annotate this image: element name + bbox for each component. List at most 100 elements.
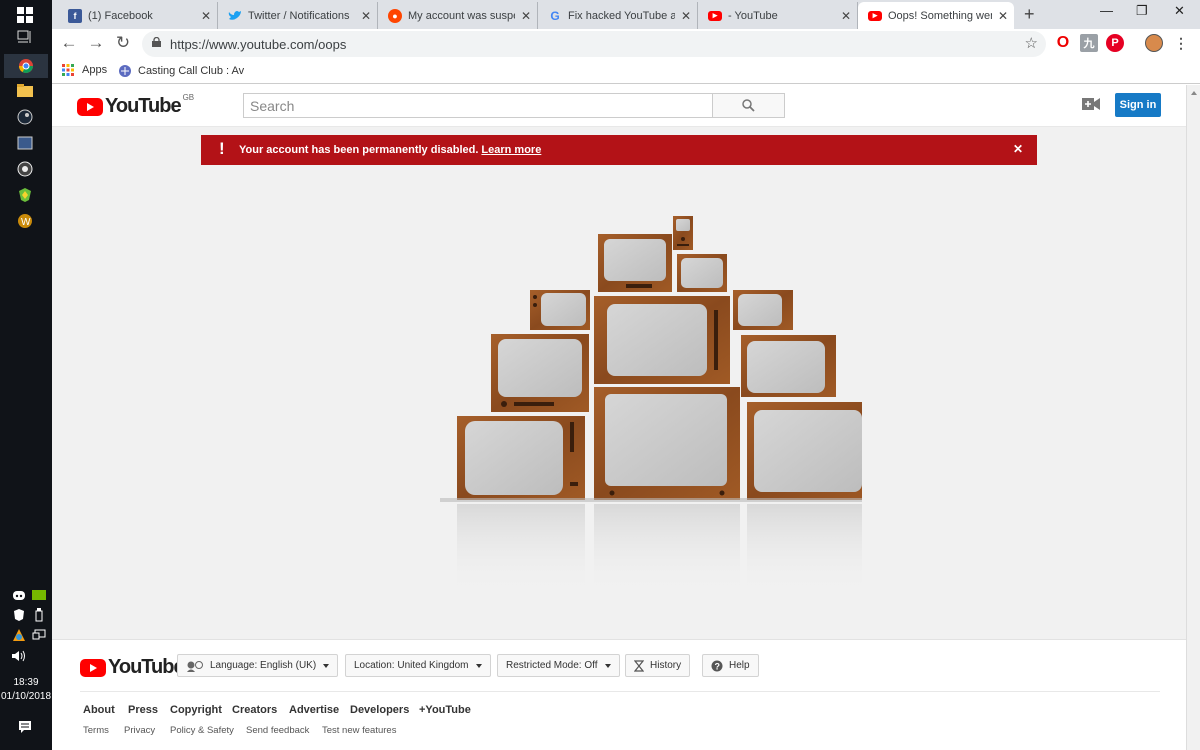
opera-extension-icon[interactable]: O xyxy=(1054,34,1072,52)
tab-title: Twitter / Notifications xyxy=(248,9,350,22)
tab-title: (1) Facebook xyxy=(88,9,153,22)
youtube-icon: ▸ xyxy=(708,10,722,21)
back-button[interactable]: ← xyxy=(58,33,80,53)
security-tray-icon[interactable] xyxy=(8,604,30,626)
tab-strip: f (1) Facebook ✕ Twitter / Notifications… xyxy=(52,0,1200,29)
alert-close-icon[interactable]: ✕ xyxy=(1013,142,1023,156)
volume-tray-icon[interactable] xyxy=(8,645,30,667)
history-button[interactable]: History xyxy=(625,654,691,677)
forward-button[interactable]: → xyxy=(85,33,107,53)
restore-button[interactable]: ❐ xyxy=(1136,3,1148,19)
youtube-icon: ▸ xyxy=(868,10,882,21)
file-explorer-icon[interactable] xyxy=(14,80,36,102)
casting-call-label: Casting Call Club : Av xyxy=(138,65,245,77)
network-tray-icon[interactable] xyxy=(28,624,50,646)
tab-oops-active[interactable]: ▸ Oops! Something went ✕ xyxy=(858,2,1014,29)
footer-link-about[interactable]: About xyxy=(83,704,115,716)
footer-link-plus-youtube[interactable]: +YouTube xyxy=(419,704,471,716)
facebook-icon: f xyxy=(68,8,82,23)
upload-video-icon[interactable] xyxy=(1082,97,1100,111)
language-label: Language: English (UK) xyxy=(210,660,317,671)
footer-link-send-feedback[interactable]: Send feedback xyxy=(246,725,309,736)
minimize-button[interactable]: — xyxy=(1100,3,1113,18)
footer-link-terms[interactable]: Terms xyxy=(83,725,109,736)
language-icon xyxy=(187,660,203,672)
close-tab-icon[interactable]: ✕ xyxy=(361,9,371,23)
chrome-taskbar-icon[interactable] xyxy=(4,54,48,78)
search-button[interactable] xyxy=(712,93,785,118)
browser-window: f (1) Facebook ✕ Twitter / Notifications… xyxy=(52,0,1200,750)
footer-link-creators[interactable]: Creators xyxy=(232,704,277,716)
footer-link-developers[interactable]: Developers xyxy=(350,704,409,716)
tab-youtube[interactable]: ▸ - YouTube ✕ xyxy=(698,2,858,29)
close-tab-icon[interactable]: ✕ xyxy=(681,9,691,23)
svg-text:W: W xyxy=(21,217,31,228)
footer-link-advertise[interactable]: Advertise xyxy=(289,704,339,716)
page-viewport: YouTube GB Search Sign in ! Your account… xyxy=(52,85,1200,750)
nvidia-tray-icon[interactable] xyxy=(28,584,50,606)
reddit-icon: ● xyxy=(388,8,402,23)
new-tab-button[interactable]: + xyxy=(1024,4,1035,25)
learn-more-link[interactable]: Learn more xyxy=(481,144,541,156)
alert-exclamation-icon: ! xyxy=(219,139,225,158)
chevron-down-icon xyxy=(604,663,611,668)
windows-start-icon[interactable] xyxy=(14,4,36,26)
close-window-button[interactable]: ✕ xyxy=(1174,3,1185,19)
apps-bookmark[interactable]: Apps xyxy=(62,64,107,76)
footer-link-copyright[interactable]: Copyright xyxy=(170,704,222,716)
discord-tray-icon[interactable] xyxy=(8,584,30,606)
clock-time[interactable]: 18:39 xyxy=(0,676,52,689)
usb-tray-icon[interactable] xyxy=(28,604,50,626)
casting-call-bookmark[interactable]: Casting Call Club : Av xyxy=(118,64,244,78)
youtube-logo-text: YouTube xyxy=(105,95,182,117)
location-picker-button[interactable]: Location: United Kingdom xyxy=(345,654,491,677)
reload-button[interactable]: ↻ xyxy=(112,33,134,53)
page-scrollbar[interactable] xyxy=(1186,85,1200,750)
app-icon-window[interactable] xyxy=(14,132,36,154)
vintage-tv-stack-illustration xyxy=(440,216,862,594)
wow-app-icon[interactable]: W xyxy=(14,210,36,232)
address-bar[interactable]: https://www.youtube.com/oops ☆ xyxy=(142,31,1046,57)
close-tab-icon[interactable]: ✕ xyxy=(998,9,1008,23)
search-input[interactable]: Search xyxy=(243,93,713,118)
shield-app-icon[interactable] xyxy=(14,184,36,206)
language-picker-button[interactable]: Language: English (UK) xyxy=(177,654,339,677)
extension-icon[interactable]: 九 xyxy=(1080,34,1098,52)
menu-kebab-icon[interactable]: ⋮ xyxy=(1172,34,1190,52)
search-icon xyxy=(742,99,755,112)
steam-icon[interactable] xyxy=(14,106,36,128)
tab-title: - YouTube xyxy=(728,9,778,22)
url-text: https://www.youtube.com/oops xyxy=(170,37,347,52)
close-tab-icon[interactable]: ✕ xyxy=(201,9,211,23)
app-icon-globe[interactable] xyxy=(14,158,36,180)
location-label: Location: United Kingdom xyxy=(354,660,469,671)
youtube-header: YouTube GB Search Sign in xyxy=(52,85,1186,127)
help-button[interactable]: ? Help xyxy=(702,654,759,677)
clock-date[interactable]: 01/10/2018 xyxy=(0,690,52,703)
profile-avatar[interactable] xyxy=(1145,34,1163,52)
action-center-icon[interactable] xyxy=(14,716,36,738)
casting-call-icon xyxy=(119,65,131,77)
scroll-up-arrow-icon[interactable] xyxy=(1187,88,1200,98)
bookmark-star-icon[interactable]: ☆ xyxy=(1025,34,1038,52)
windows-taskbar: W 18:39 01/10/2018 xyxy=(0,0,52,750)
tab-facebook[interactable]: f (1) Facebook ✕ xyxy=(58,2,218,29)
footer-youtube-logo[interactable]: YouTube xyxy=(80,656,185,679)
colorful-tray-icon[interactable] xyxy=(8,624,30,646)
footer-link-privacy[interactable]: Privacy xyxy=(124,725,155,736)
footer-link-press[interactable]: Press xyxy=(128,704,158,716)
account-disabled-alert: ! Your account has been permanently disa… xyxy=(201,135,1037,165)
tab-twitter[interactable]: Twitter / Notifications ✕ xyxy=(218,2,378,29)
pinterest-icon[interactable]: P xyxy=(1106,34,1124,52)
restricted-mode-button[interactable]: Restricted Mode: Off xyxy=(497,654,620,677)
sign-in-button[interactable]: Sign in xyxy=(1115,93,1161,117)
footer-link-test-new-features[interactable]: Test new features xyxy=(322,725,396,736)
footer-link-policy-safety[interactable]: Policy & Safety xyxy=(170,725,234,736)
task-view-icon[interactable] xyxy=(14,26,36,48)
close-tab-icon[interactable]: ✕ xyxy=(521,9,531,23)
tab-reddit[interactable]: ● My account was suspen ✕ xyxy=(378,2,538,29)
close-tab-icon[interactable]: ✕ xyxy=(841,9,851,23)
youtube-logo[interactable]: YouTube GB xyxy=(77,93,195,118)
country-code: GB xyxy=(182,93,195,102)
tab-google[interactable]: G Fix hacked YouTube acc ✕ xyxy=(538,2,698,29)
